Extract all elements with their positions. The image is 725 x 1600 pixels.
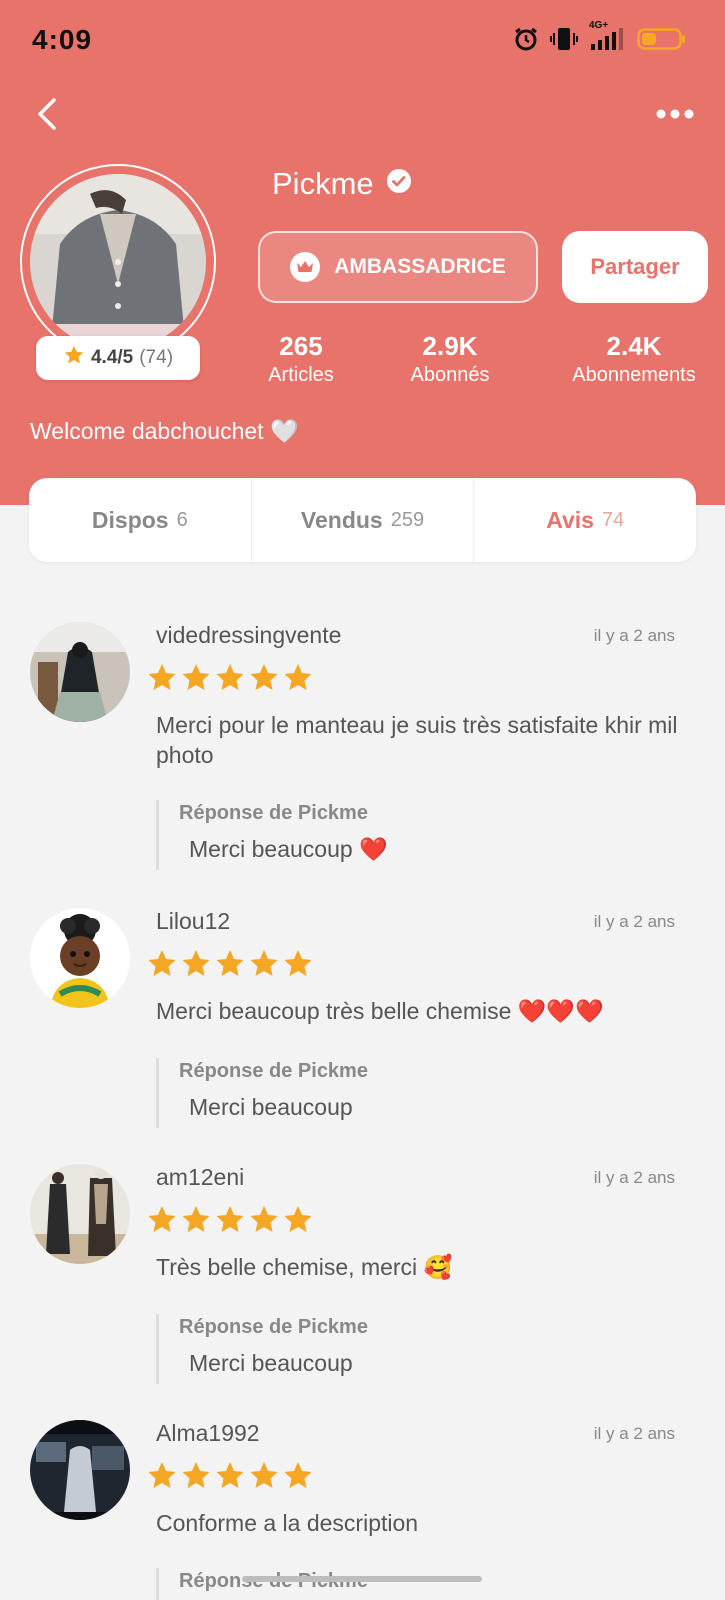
tab-avis[interactable]: Avis 74 <box>474 478 696 562</box>
review-text: Conforme a la description <box>156 1510 419 1536</box>
battery-icon <box>637 26 687 52</box>
chevron-left-icon <box>38 98 56 130</box>
tab-count: 74 <box>601 508 625 531</box>
reply-title: Réponse de Pickme <box>179 1060 368 1082</box>
reviewer-avatar[interactable] <box>30 908 130 1008</box>
profile-tabs: Dispos 6 Vendus 259 Avis 74 <box>29 478 696 562</box>
seller-reply: Réponse de Pickme Merci beaucoup <box>156 1058 368 1128</box>
review-stars <box>146 948 316 980</box>
crown-icon <box>290 252 321 282</box>
review-text: Merci beaucoup très belle chemise ❤️❤️❤️ <box>156 998 604 1024</box>
star-rating-icons <box>148 664 312 690</box>
stat-label: Abonnements <box>572 364 696 386</box>
status-icons: 4G+ <box>513 20 687 52</box>
reviewer-username: am12eni <box>156 1164 245 1190</box>
star-icon <box>63 344 85 372</box>
back-button[interactable] <box>26 90 66 138</box>
review-text: Merci pour le manteau je suis très satis… <box>156 712 678 768</box>
profile-bio: Welcome dabchouchet 🤍 <box>30 418 299 444</box>
share-button[interactable]: Partager <box>562 231 708 303</box>
rating-badge[interactable]: 4.4/5 (74) <box>36 336 200 380</box>
profile-username: Pickme <box>272 166 374 201</box>
review-stars <box>146 662 316 694</box>
star-rating-icons <box>148 950 312 976</box>
review-stars <box>146 1204 316 1236</box>
reply-text: Merci beaucoup <box>189 1350 353 1376</box>
tab-label: Avis <box>546 506 594 533</box>
tab-count: 259 <box>390 508 425 531</box>
reply-title: Réponse de Pickme <box>179 1316 368 1338</box>
verified-icon <box>386 166 412 202</box>
status-bar: 4:09 4G+ <box>0 0 725 85</box>
reviewer-avatar[interactable] <box>30 1164 130 1264</box>
reviewer-username: Lilou12 <box>156 908 231 934</box>
stat-followers[interactable]: 2.9K Abonnés <box>400 330 500 388</box>
stat-label: Abonnés <box>410 364 490 386</box>
tab-dispos[interactable]: Dispos 6 <box>29 478 252 562</box>
rating-value: 4.4/5 <box>90 347 134 368</box>
stat-value: 2.9K <box>422 331 478 361</box>
vibrate-icon <box>549 26 579 52</box>
stat-value: 2.4K <box>606 331 662 361</box>
review-stars <box>146 1460 316 1492</box>
ambassador-badge-button[interactable]: AMBASSADRICE <box>258 231 538 303</box>
alarm-icon <box>513 26 539 52</box>
seller-reply: Réponse de Pickme <box>156 1568 368 1600</box>
tab-label: Vendus <box>300 506 383 533</box>
review-time: il y a 2 ans <box>593 1424 675 1443</box>
review-text: Très belle chemise, merci 🥰 <box>156 1254 453 1280</box>
status-time: 4:09 <box>32 24 93 55</box>
review-time: il y a 2 ans <box>593 1168 675 1187</box>
stat-label: Articles <box>268 364 334 386</box>
stat-following[interactable]: 2.4K Abonnements <box>560 330 708 388</box>
reviewer-username: Alma1992 <box>156 1420 260 1446</box>
reviewer-avatar[interactable] <box>30 622 130 722</box>
signal-icon: 4G+ <box>589 20 627 52</box>
star-rating-icons <box>148 1206 312 1232</box>
review-time: il y a 2 ans <box>593 626 675 645</box>
rating-count: (74) <box>139 347 174 368</box>
profile-photo <box>30 174 206 350</box>
seller-reply: Réponse de Pickme Merci beaucoup ❤️ <box>156 800 388 870</box>
seller-reply: Réponse de Pickme Merci beaucoup <box>156 1314 368 1384</box>
profile-name: Pickme <box>272 166 412 202</box>
stat-articles[interactable]: 265 Articles <box>256 330 346 388</box>
reply-text: Merci beaucoup <box>189 1094 353 1120</box>
network-type: 4G+ <box>589 20 609 31</box>
profile-header: 4:09 4G+ 4.4/5 (74) Pickme AMBASSADRICE … <box>0 0 725 505</box>
reviewer-avatar[interactable] <box>30 1420 130 1520</box>
tab-label: Dispos <box>91 506 169 533</box>
profile-avatar[interactable] <box>20 164 216 360</box>
more-options-button[interactable] <box>651 96 699 132</box>
reply-title: Réponse de Pickme <box>179 802 368 824</box>
reviewer-username: videdressingvente <box>156 622 342 648</box>
tab-vendus[interactable]: Vendus 259 <box>252 478 475 562</box>
stat-value: 265 <box>279 331 323 361</box>
star-rating-icons <box>148 1462 312 1488</box>
tab-count: 6 <box>176 508 188 531</box>
more-dots-icon <box>656 109 694 119</box>
reply-text: Merci beaucoup ❤️ <box>189 836 388 862</box>
ambassador-label: AMBASSADRICE <box>334 255 506 278</box>
home-indicator[interactable] <box>242 1576 482 1582</box>
review-time: il y a 2 ans <box>593 912 675 931</box>
